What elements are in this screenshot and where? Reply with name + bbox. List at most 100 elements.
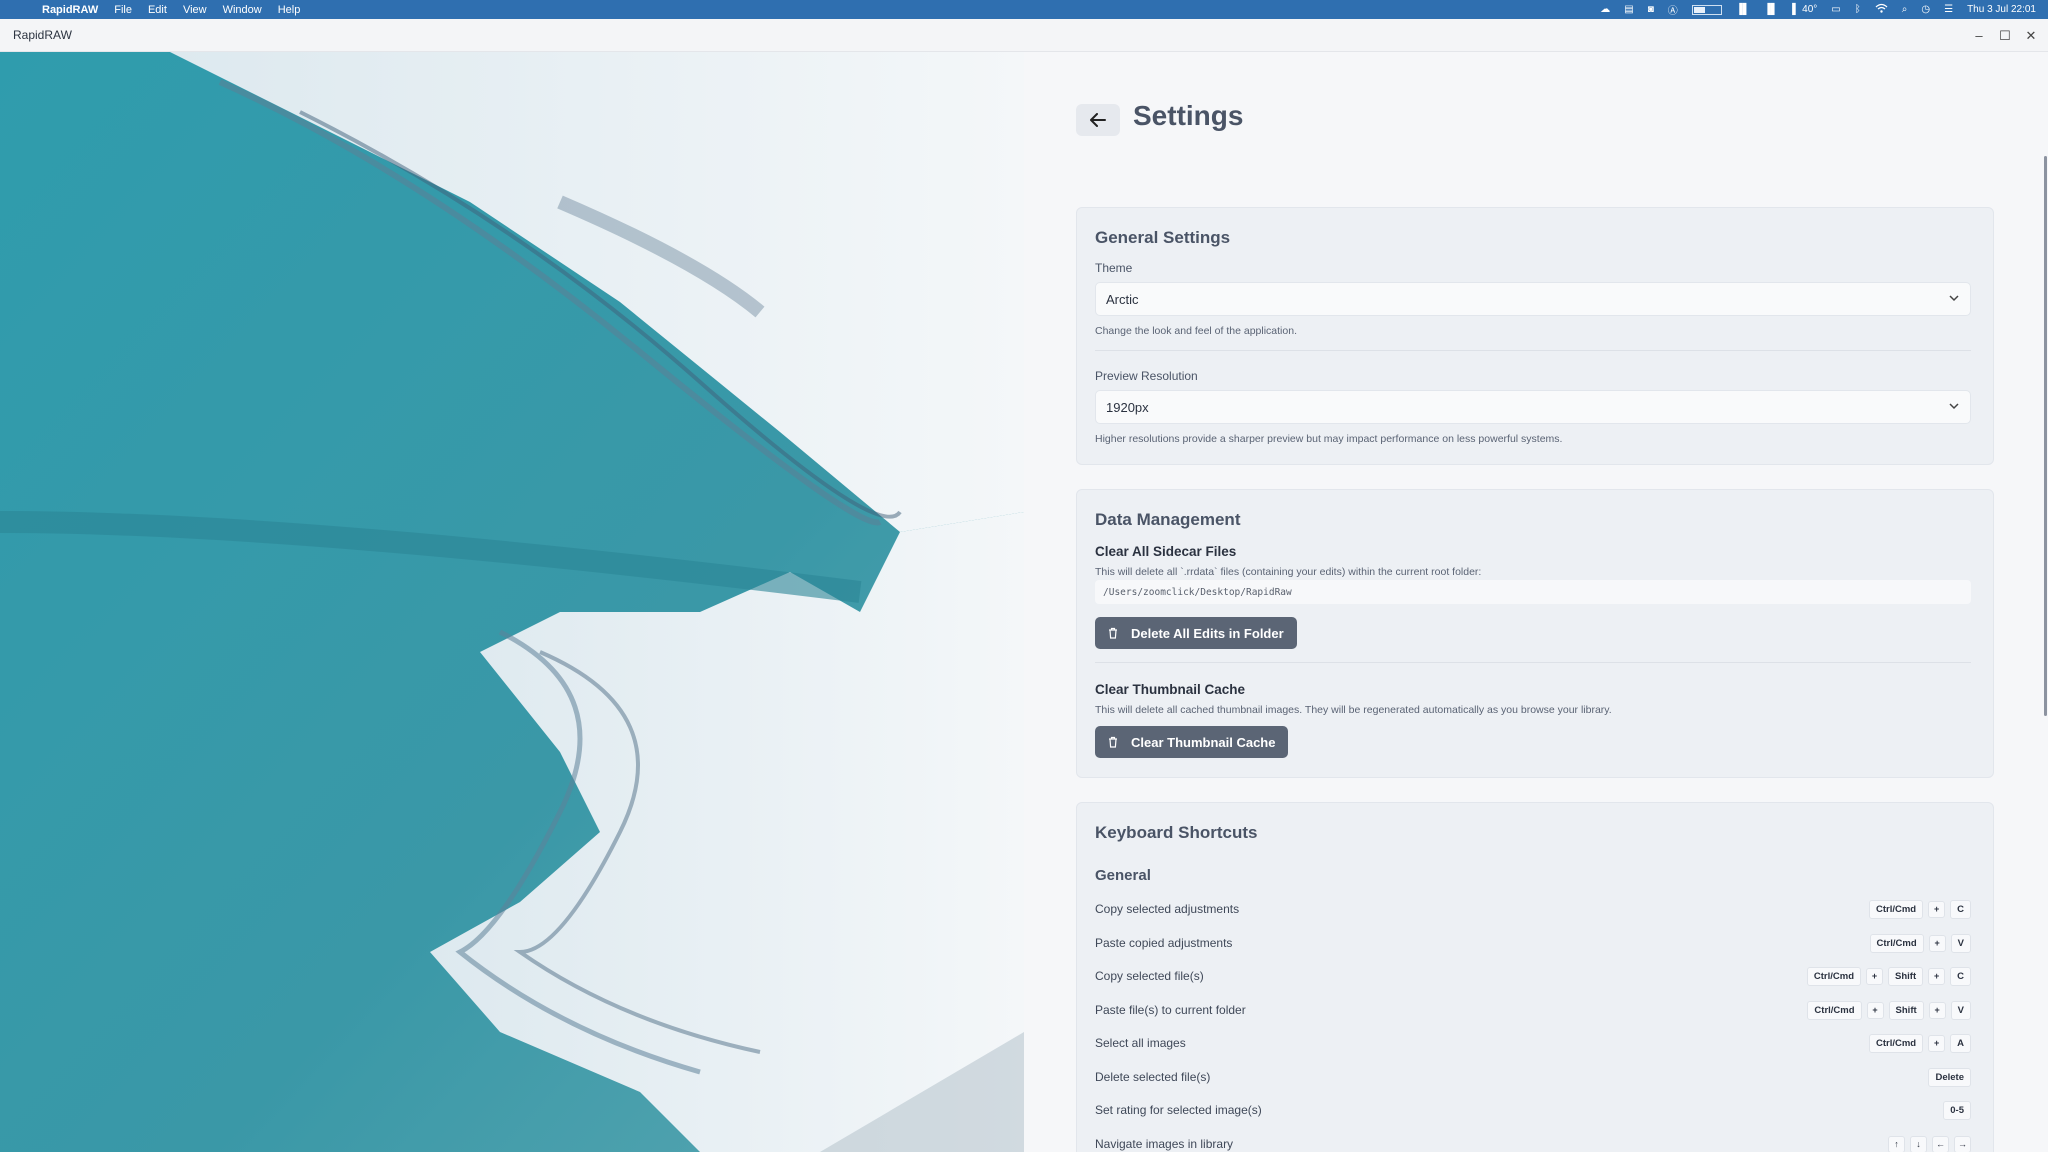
- control-center-icon[interactable]: ☰: [1944, 4, 1953, 15]
- minimize-icon[interactable]: –: [1972, 28, 1986, 43]
- background-image: [0, 52, 1024, 1152]
- memory-meter-icon[interactable]: ▐▌: [1736, 4, 1750, 15]
- creative-cloud-icon[interactable]: ☁: [1600, 4, 1610, 15]
- clear-thumbnail-cache-label: Clear Thumbnail Cache: [1131, 734, 1276, 750]
- delete-all-edits-button[interactable]: Delete All Edits in Folder: [1095, 617, 1297, 649]
- plus-sign: +: [1928, 1034, 1946, 1052]
- theme-select[interactable]: Arctic: [1095, 282, 1971, 316]
- clear-sidecar-title: Clear All Sidecar Files: [1095, 544, 1237, 559]
- general-settings-card: General Settings Theme Arctic Change the…: [1076, 207, 1994, 465]
- plus-sign: +: [1866, 1001, 1884, 1019]
- plus-sign: +: [1928, 934, 1946, 952]
- root-folder-path-text: /Users/zoomclick/Desktop/RapidRaw: [1103, 586, 1292, 598]
- plus-sign: +: [1866, 967, 1884, 985]
- arrow-left-key: ←: [1932, 1135, 1949, 1152]
- settings-panel: Settings General Settings Theme Arctic C…: [1024, 52, 2048, 1152]
- key-cap: V: [1950, 1000, 1971, 1020]
- clear-thumbnail-cache-button[interactable]: Clear Thumbnail Cache: [1095, 726, 1289, 758]
- menu-edit[interactable]: Edit: [148, 4, 167, 16]
- key-cap: A: [1950, 1033, 1971, 1053]
- preview-resolution-select[interactable]: 1920px: [1095, 390, 1971, 424]
- keyboard-shortcuts-title: Keyboard Shortcuts: [1095, 823, 1258, 842]
- page-title: Settings: [1133, 100, 1244, 131]
- arrow-right-key: →: [1954, 1135, 1971, 1152]
- shortcut-label: Select all images: [1095, 1036, 1186, 1050]
- shortcut-label: Delete selected file(s): [1095, 1070, 1211, 1084]
- trash-icon: [1109, 736, 1117, 748]
- shortcut-row: Copy selected adjustments Ctrl/Cmd + C: [1095, 898, 1971, 920]
- clock-icon[interactable]: ◷: [1921, 4, 1930, 15]
- key-cap: C: [1950, 899, 1971, 919]
- shortcut-row: Set rating for selected image(s) 0-5: [1095, 1099, 1971, 1121]
- screenshot-icon[interactable]: ◙: [1648, 4, 1654, 15]
- theme-label: Theme: [1095, 261, 1133, 275]
- shortcut-label: Paste copied adjustments: [1095, 936, 1233, 950]
- cpu-meter-icon[interactable]: [1691, 4, 1722, 15]
- shortcut-keys: ↑ ↓ ← →: [1888, 1135, 1971, 1152]
- keyboard-icon[interactable]: Ⓐ: [1668, 2, 1678, 17]
- bluetooth-icon[interactable]: ᛒ: [1855, 4, 1861, 15]
- key-cap: Ctrl/Cmd: [1869, 1033, 1924, 1053]
- scrollbar[interactable]: [2044, 156, 2047, 716]
- root-folder-path: /Users/zoomclick/Desktop/RapidRaw: [1095, 580, 1971, 604]
- back-button[interactable]: [1076, 104, 1120, 136]
- clear-sidecar-help-text: This will delete all `.rrdata` files (co…: [1095, 566, 1482, 578]
- shortcut-label: Paste file(s) to current folder: [1095, 1003, 1246, 1017]
- close-icon[interactable]: ✕: [2024, 28, 2038, 44]
- shortcut-keys: Ctrl/Cmd + Shift + C: [1806, 966, 1971, 986]
- shortcut-row: Delete selected file(s) Delete: [1095, 1066, 1971, 1088]
- data-management-title: Data Management: [1095, 510, 1241, 529]
- chevron-down-icon: [1949, 295, 1959, 302]
- arrow-down-key: ↓: [1910, 1135, 1927, 1152]
- delete-all-edits-label: Delete All Edits in Folder: [1131, 625, 1284, 641]
- key-cap: Ctrl/Cmd: [1869, 899, 1924, 919]
- menu-app-name[interactable]: RapidRAW: [42, 4, 98, 16]
- maximize-icon[interactable]: ☐: [1998, 28, 2012, 44]
- temperature-value: 40°: [1802, 4, 1818, 15]
- shortcut-row: Copy selected file(s) Ctrl/Cmd + Shift +…: [1095, 965, 1971, 987]
- theme-help-text: Change the look and feel of the applicat…: [1095, 325, 1297, 337]
- temperature-indicator[interactable]: ▌ 40°: [1792, 4, 1817, 15]
- shortcut-keys: Ctrl/Cmd + V: [1869, 933, 1971, 953]
- window-controls: – ☐ ✕: [1972, 19, 2038, 52]
- menu-view[interactable]: View: [183, 4, 207, 16]
- shortcut-row: Paste file(s) to current folder Ctrl/Cmd…: [1095, 999, 1971, 1021]
- plus-sign: +: [1928, 967, 1946, 985]
- keyboard-shortcuts-card: Keyboard Shortcuts General Copy selected…: [1076, 802, 1994, 1152]
- wifi-icon[interactable]: [1875, 3, 1888, 16]
- menu-file[interactable]: File: [114, 4, 132, 16]
- shortcut-row: Select all images Ctrl/Cmd + A: [1095, 1032, 1971, 1054]
- notes-icon[interactable]: ▤: [1624, 4, 1633, 15]
- shortcut-keys: Ctrl/Cmd + Shift + V: [1807, 1000, 1971, 1020]
- clear-thumbnail-cache-title: Clear Thumbnail Cache: [1095, 682, 1246, 697]
- trash-icon: [1109, 627, 1117, 639]
- shortcut-row: Navigate images in library ↑ ↓ ← →: [1095, 1133, 1971, 1152]
- divider: [1095, 350, 1971, 351]
- data-management-card: Data Management Clear All Sidecar Files …: [1076, 489, 1994, 778]
- menubar-datetime[interactable]: Thu 3 Jul 22:01: [1967, 4, 2036, 15]
- menu-window[interactable]: Window: [223, 4, 262, 16]
- chevron-down-icon: [1949, 403, 1959, 410]
- shortcut-keys: 0-5: [1943, 1100, 1971, 1120]
- shortcut-label: Navigate images in library: [1095, 1137, 1234, 1151]
- key-cap: Shift: [1888, 966, 1924, 986]
- theme-select-value: Arctic: [1106, 291, 1139, 307]
- menu-help[interactable]: Help: [278, 4, 301, 16]
- key-cap: Shift: [1888, 1000, 1924, 1020]
- key-cap: 0-5: [1943, 1100, 1971, 1120]
- display-icon[interactable]: ▭: [1831, 4, 1840, 15]
- key-cap: Ctrl/Cmd: [1869, 933, 1924, 953]
- shortcut-group-general: General: [1095, 867, 1151, 884]
- plus-sign: +: [1928, 900, 1946, 918]
- preview-resolution-label: Preview Resolution: [1095, 369, 1198, 383]
- spotlight-search-icon[interactable]: ⌕: [1902, 4, 1908, 15]
- window-titlebar: RapidRAW – ☐ ✕: [0, 19, 2048, 52]
- shortcut-label: Copy selected adjustments: [1095, 902, 1240, 916]
- shortcut-keys: Ctrl/Cmd + A: [1869, 1033, 1971, 1053]
- plus-sign: +: [1928, 1001, 1946, 1019]
- gpu-meter-icon[interactable]: ▐▌: [1764, 4, 1778, 15]
- key-cap: C: [1950, 966, 1971, 986]
- shortcut-row: Paste copied adjustments Ctrl/Cmd + V: [1095, 932, 1971, 954]
- divider: [1095, 662, 1971, 663]
- menu-bar: RapidRAW File Edit View Window Help ☁ ▤ …: [0, 0, 2048, 19]
